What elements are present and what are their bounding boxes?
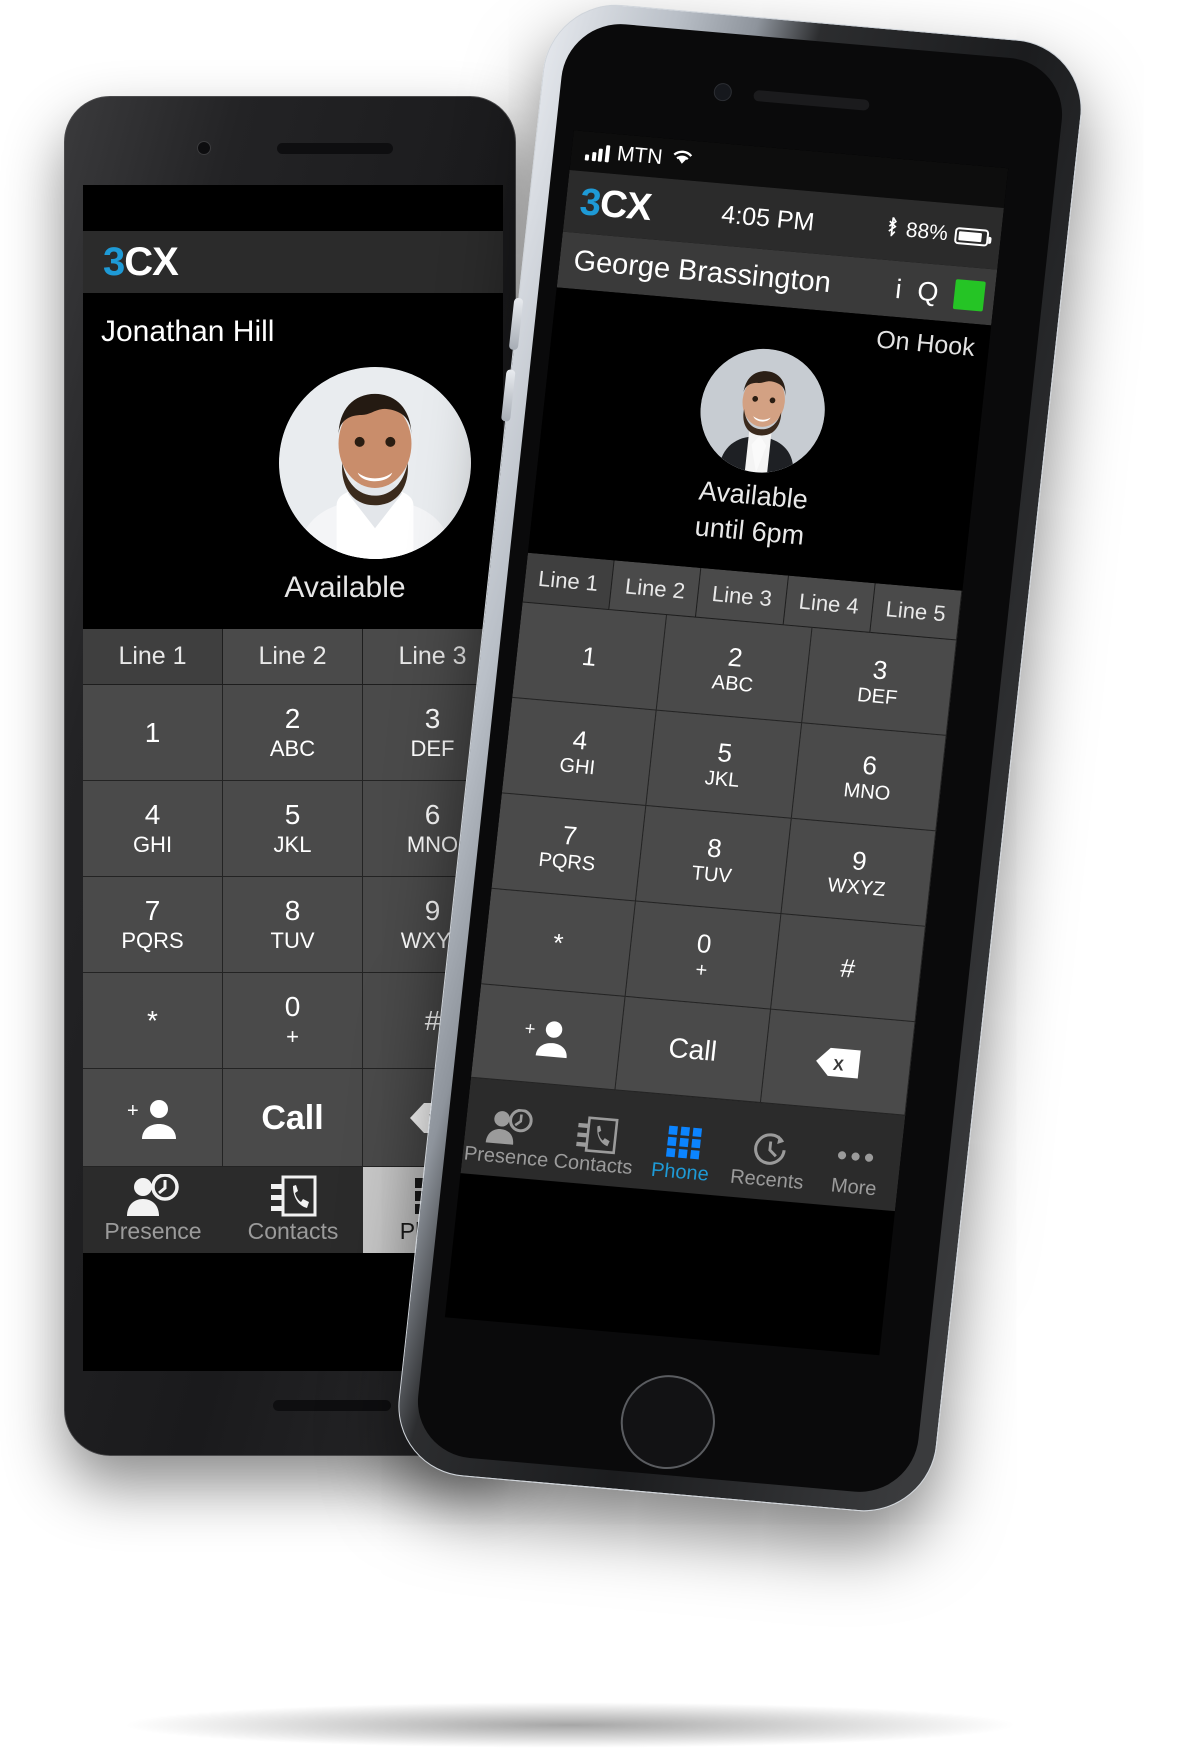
status-badge[interactable] [952, 279, 986, 312]
sidebar-item-label: Presence [104, 1218, 202, 1244]
battery-percent-label: 88% [904, 218, 950, 246]
dial-key-7[interactable]: 7 PQRS [83, 877, 223, 973]
svg-text:+: + [127, 1100, 139, 1122]
more-dots-icon: ••• [835, 1138, 879, 1176]
presence-icon [125, 1174, 181, 1218]
dial-key-1[interactable]: 1 [512, 602, 668, 711]
avatar-photo [694, 343, 832, 478]
signal-bars-icon [584, 143, 610, 162]
line-tab[interactable]: Line 4 [783, 575, 876, 633]
contacts-icon [267, 1174, 319, 1218]
sidebar-item-label: More [829, 1174, 878, 1201]
earpiece-speaker [277, 143, 393, 154]
left-phone-bottom-speaker [273, 1400, 391, 1411]
3cx-logo: 3CX [577, 180, 654, 229]
dial-key-8[interactable]: 8 TUV [636, 806, 792, 915]
dial-key-hash[interactable]: # [770, 914, 926, 1023]
3cx-logo: 3CX [103, 239, 179, 284]
dial-key-star[interactable]: * [83, 973, 223, 1069]
drop-shadow [120, 1702, 1020, 1748]
backspace-icon: X [815, 1047, 861, 1079]
status-right-group: 88% [884, 216, 990, 251]
sidebar-item-label: Recents [729, 1165, 805, 1194]
avatar-photo [279, 367, 471, 559]
svg-text:X: X [832, 1056, 845, 1074]
add-contact-icon: + [127, 1099, 176, 1139]
sidebar-item-phone[interactable]: Phone [634, 1101, 730, 1196]
dial-key-7[interactable]: 7 PQRS [491, 793, 647, 902]
sidebar-item-more[interactable]: ••• More [808, 1116, 904, 1211]
marketing-composition: 3CX Jonathan Hill Available Line 1 Line … [0, 0, 1200, 1756]
left-line-tabs: Line 1 Line 2 Line 3 [83, 629, 503, 685]
left-presence-status: Available [284, 571, 406, 604]
dial-key-5[interactable]: 5 JKL [646, 710, 802, 819]
line-tab[interactable]: Line 2 [609, 560, 702, 618]
dial-key-star[interactable]: * [481, 888, 637, 997]
line-tab[interactable]: Line 2 [223, 629, 363, 685]
add-contact-button[interactable]: + [470, 984, 626, 1091]
recents-clock-icon [746, 1129, 794, 1171]
sidebar-item-label: Phone [649, 1158, 710, 1186]
left-phone-top-bezel [65, 97, 515, 185]
carrier-label: MTN [615, 142, 664, 170]
left-presence-panel: Available [83, 349, 503, 629]
contacts-icon [571, 1114, 621, 1156]
dial-key-3[interactable]: 3 DEF [801, 627, 957, 736]
right-action-icons: i Q [894, 273, 986, 312]
dial-key-0[interactable]: 0 + [223, 973, 363, 1069]
add-contact-icon: + [524, 1017, 567, 1058]
dial-key-2[interactable]: 2 ABC [656, 615, 813, 724]
info-icon[interactable]: i [894, 273, 903, 304]
dial-key-0[interactable]: 0 + [625, 901, 782, 1010]
add-contact-button[interactable]: + [83, 1069, 223, 1167]
line-tab[interactable]: Line 3 [696, 567, 789, 626]
bluetooth-icon [884, 216, 901, 243]
sidebar-item-label: Contacts [247, 1218, 339, 1244]
line-tab[interactable]: Line 1 [522, 552, 615, 611]
front-camera-icon [197, 141, 211, 155]
line-tab[interactable]: Line 1 [83, 629, 223, 685]
search-q-icon[interactable]: Q [916, 275, 940, 308]
sidebar-item-label: Contacts [552, 1150, 634, 1180]
dial-key-2[interactable]: 2 ABC [223, 685, 363, 781]
keypad-icon [658, 1122, 708, 1164]
dial-key-4[interactable]: 4 GHI [83, 781, 223, 877]
sidebar-item-presence[interactable]: Presence [83, 1167, 223, 1253]
dial-key-1[interactable]: 1 [83, 685, 223, 781]
sidebar-item-recents[interactable]: Recents [721, 1108, 817, 1203]
left-contact-name: Jonathan Hill [101, 315, 275, 348]
dial-key-6[interactable]: 6 MNO [791, 723, 947, 832]
svg-text:+: + [524, 1017, 537, 1039]
wifi-icon [669, 147, 696, 173]
clock-label: 4:05 PM [720, 200, 816, 236]
dial-key-4[interactable]: 4 GHI [501, 697, 657, 807]
right-presence-panel: Available until 6pm [527, 326, 987, 591]
dial-key-8[interactable]: 8 TUV [223, 877, 363, 973]
sidebar-item-contacts[interactable]: Contacts [547, 1093, 643, 1188]
sidebar-item-label: Presence [462, 1142, 550, 1172]
dial-key-5[interactable]: 5 JKL [223, 781, 363, 877]
dial-key-9[interactable]: 9 WXYZ [781, 818, 937, 927]
sidebar-item-contacts[interactable]: Contacts [223, 1167, 363, 1253]
avatar[interactable] [279, 367, 471, 559]
sidebar-item-presence[interactable]: Presence [461, 1086, 557, 1181]
left-app-header: 3CX [83, 231, 503, 293]
battery-icon [953, 226, 990, 247]
avatar[interactable] [694, 343, 832, 478]
backspace-button[interactable]: X [760, 1009, 916, 1116]
right-dialpad: 1 2 ABC 3 DEF 4 GHI 5 JKL 6 MNO 7 PQRS 8 TUV 9W… [481, 602, 957, 1023]
line-tab[interactable]: Line 5 [870, 583, 963, 641]
call-button[interactable]: Call [615, 996, 771, 1104]
call-button[interactable]: Call [223, 1069, 363, 1167]
left-status-strip [83, 185, 503, 231]
presence-icon [483, 1106, 535, 1148]
